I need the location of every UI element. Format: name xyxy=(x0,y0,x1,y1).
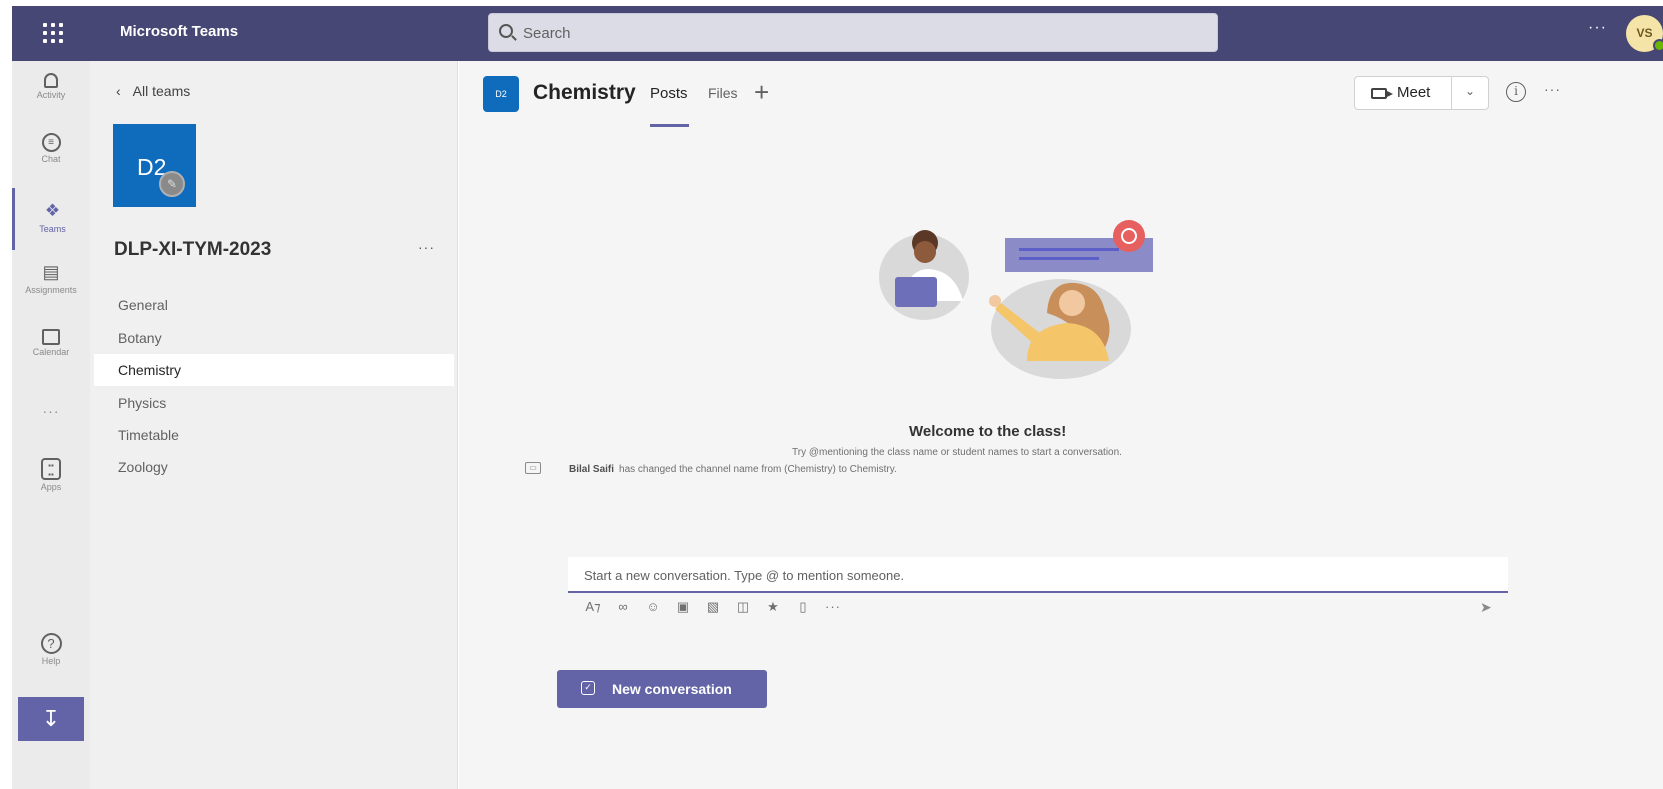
meet-now-icon[interactable]: ◫ xyxy=(734,599,752,615)
system-message-user: Bilal Saifi xyxy=(569,464,615,475)
video-camera-icon xyxy=(1371,88,1393,99)
channel-update-icon: ▭ xyxy=(525,462,541,474)
meet-split-divider xyxy=(1451,77,1452,109)
assignments-icon: ▤ xyxy=(42,262,60,282)
praise-icon[interactable]: ★ xyxy=(764,599,782,615)
rail-item-label: Assignments xyxy=(25,285,77,295)
channel-item-botany[interactable]: Botany xyxy=(94,322,454,354)
rail-item-label: Chat xyxy=(41,154,61,164)
team-name: DLP-XI-TYM-2023 xyxy=(114,239,272,260)
all-teams-link[interactable]: ‹ All teams xyxy=(116,83,190,99)
search-box[interactable] xyxy=(488,13,1218,52)
edit-team-picture-icon[interactable]: ✎ xyxy=(159,171,185,197)
channel-item-general[interactable]: General xyxy=(94,289,454,321)
download-app-button[interactable]: ↧ xyxy=(18,697,84,741)
calendar-icon xyxy=(42,329,60,345)
chevron-down-icon[interactable]: ⌄ xyxy=(1465,84,1475,98)
title-bar: Microsoft Teams ··· VS xyxy=(12,6,1663,61)
help-icon: ? xyxy=(40,633,62,654)
rail-item-label: Help xyxy=(41,656,61,666)
rail-item-chat[interactable]: ≡ Chat xyxy=(12,133,90,195)
bell-icon xyxy=(44,73,58,88)
app-launcher-icon[interactable] xyxy=(40,20,66,46)
search-icon xyxy=(499,24,513,38)
channel-content: D2 Chemistry Posts Files + Meet ⌄ i ··· xyxy=(459,61,1663,789)
team-more-options-button[interactable]: ··· xyxy=(418,239,435,255)
meet-label: Meet xyxy=(1397,84,1431,101)
welcome-title: Welcome to the class! xyxy=(909,423,1067,440)
add-tab-icon[interactable]: + xyxy=(754,77,769,108)
profile-avatar[interactable]: VS xyxy=(1626,15,1663,52)
channel-more-options-button[interactable]: ··· xyxy=(1544,81,1561,97)
more-apps-label: ··· xyxy=(42,403,60,419)
rail-item-label: Teams xyxy=(39,224,66,234)
all-teams-label: All teams xyxy=(132,83,191,99)
format-icon[interactable]: A⁊ xyxy=(584,599,602,615)
rail-item-activity[interactable]: Activity xyxy=(12,69,90,131)
rail-item-help[interactable]: ? Help xyxy=(12,633,90,695)
channel-item-timetable[interactable]: Timetable xyxy=(94,419,454,451)
system-message: Bilal Saifi has changed the channel name … xyxy=(569,464,897,475)
download-icon: ↧ xyxy=(41,706,61,731)
teams-icon: ❖ xyxy=(44,201,61,220)
rail-item-label: Calendar xyxy=(32,347,70,357)
avatar-initials: VS xyxy=(1636,26,1653,40)
chat-icon: ≡ xyxy=(41,133,61,152)
compose-box[interactable] xyxy=(568,557,1508,593)
system-message-text: has changed the channel name from (Chemi… xyxy=(619,464,897,475)
channel-team-avatar: D2 xyxy=(483,76,519,112)
emoji-icon[interactable]: ☺ xyxy=(644,599,662,615)
compose-toolbar: A⁊ ∞ ☺ ▣ ▧ ◫ ★ ▯ ··· ➤ xyxy=(568,595,1508,621)
channel-header: D2 Chemistry Posts Files + Meet ⌄ i ··· xyxy=(459,61,1663,129)
gif-icon[interactable]: ▣ xyxy=(674,599,692,615)
presence-available-icon xyxy=(1653,39,1663,52)
send-icon[interactable]: ➤ xyxy=(1480,599,1492,616)
channel-item-physics[interactable]: Physics xyxy=(94,387,454,419)
compose-input[interactable] xyxy=(584,565,1284,585)
rail-item-label: Apps xyxy=(40,482,62,492)
active-tab-indicator xyxy=(650,124,689,127)
info-icon[interactable]: i xyxy=(1506,82,1526,102)
new-conversation-label: New conversation xyxy=(612,681,732,697)
meet-button[interactable]: Meet ⌄ xyxy=(1354,76,1489,110)
channel-title: Chemistry xyxy=(533,81,636,104)
delete-icon[interactable]: ▯ xyxy=(794,599,812,615)
sticker-icon[interactable]: ▧ xyxy=(704,599,722,615)
chevron-left-icon: ‹ xyxy=(116,83,121,99)
rail-item-teams[interactable]: ❖ Teams xyxy=(12,188,90,250)
apps-icon: ▪▪ ▪▪ xyxy=(41,458,61,480)
rail-item-calendar[interactable]: Calendar xyxy=(12,325,90,387)
rail-item-label: Activity xyxy=(36,90,66,100)
app-bar: Activity ≡ Chat ❖ Teams ▤ Assignments Ca… xyxy=(12,61,90,789)
more-options-icon[interactable]: ··· xyxy=(824,599,842,615)
rail-item-more[interactable]: ··· xyxy=(12,401,90,463)
new-conversation-button[interactable]: ✓ New conversation xyxy=(557,670,767,708)
channel-item-zoology[interactable]: Zoology xyxy=(94,451,454,483)
attach-icon[interactable]: ∞ xyxy=(614,599,632,615)
welcome-subtitle: Try @mentioning the class name or studen… xyxy=(792,447,1122,458)
team-sidebar: ‹ All teams D2 ✎ DLP-XI-TYM-2023 ··· Gene… xyxy=(90,61,458,789)
tab-files[interactable]: Files xyxy=(708,85,738,101)
rail-item-apps[interactable]: ▪▪ ▪▪ Apps xyxy=(12,458,90,520)
channel-item-chemistry[interactable]: Chemistry xyxy=(94,354,454,386)
tab-posts[interactable]: Posts xyxy=(650,85,688,102)
rail-item-assignments[interactable]: ▤ Assignments xyxy=(12,261,90,323)
compose-icon: ✓ xyxy=(581,681,595,695)
settings-more-button[interactable]: ··· xyxy=(1588,19,1607,37)
team-avatar: D2 ✎ xyxy=(113,124,196,207)
search-input[interactable] xyxy=(523,22,1123,44)
welcome-illustration xyxy=(879,220,1153,379)
app-title: Microsoft Teams xyxy=(120,23,239,40)
